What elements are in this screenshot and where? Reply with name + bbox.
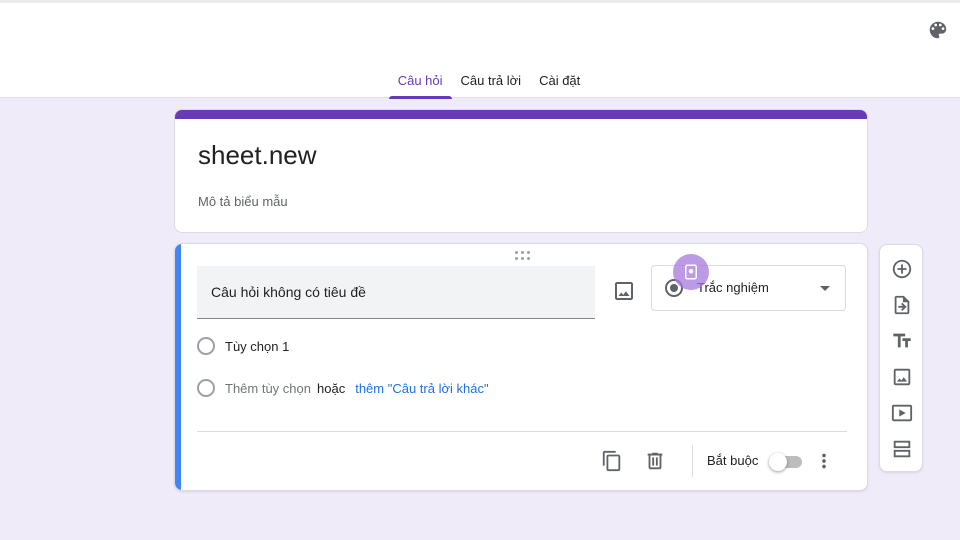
option-label[interactable]: Tùy chọn 1 [225, 339, 289, 354]
drag-handle-icon[interactable] [514, 251, 530, 261]
question-title-placeholder: Câu hỏi không có tiêu đề [211, 284, 366, 300]
option-radio-icon [197, 337, 215, 355]
header-top-line [0, 0, 960, 3]
required-toggle[interactable] [769, 453, 803, 471]
add-title-icon[interactable] [890, 329, 914, 353]
tab-bar: Câu hỏi Câu trả lời Cài đặt [0, 62, 960, 99]
floating-toolbar [879, 244, 923, 472]
question-card[interactable]: Câu hỏi không có tiêu đề Trắc nghiệm Tùy… [174, 243, 868, 491]
option-row: Tùy chọn 1 [197, 336, 289, 356]
active-card-indicator [175, 244, 181, 490]
tab-responses[interactable]: Câu trả lời [452, 62, 531, 98]
app-header: Câu hỏi Câu trả lời Cài đặt [0, 0, 960, 99]
copy-icon[interactable] [600, 449, 624, 473]
question-title-input[interactable]: Câu hỏi không có tiêu đề [197, 266, 595, 319]
option-radio-icon [197, 379, 215, 397]
add-image-icon[interactable] [890, 365, 914, 389]
tab-settings[interactable]: Cài đặt [530, 62, 589, 98]
add-video-icon[interactable] [890, 401, 914, 425]
title-card-accent [175, 110, 867, 119]
import-questions-icon[interactable] [890, 293, 914, 317]
tab-questions[interactable]: Câu hỏi [388, 62, 452, 99]
form-description-field[interactable]: Mô tả biểu mẫu [198, 194, 288, 209]
footer-vertical-divider [692, 445, 693, 477]
form-title[interactable]: sheet.new [198, 140, 317, 171]
footer-divider [197, 431, 847, 432]
add-option-row: Thêm tùy chọn hoặc thêm "Câu trả lời khá… [197, 378, 489, 398]
required-label: Bắt buộc [707, 453, 759, 468]
trash-icon[interactable] [643, 449, 667, 473]
cursor-indicator-icon [673, 254, 709, 290]
question-type-label: Trắc nghiệm [697, 280, 769, 295]
or-text: hoặc [317, 380, 346, 396]
add-option-input[interactable]: Thêm tùy chọn [225, 381, 311, 396]
palette-icon[interactable] [924, 16, 952, 44]
add-question-icon[interactable] [890, 257, 914, 281]
add-image-icon[interactable] [609, 276, 639, 306]
add-section-icon[interactable] [890, 437, 914, 461]
form-title-card: sheet.new Mô tả biểu mẫu [174, 109, 868, 233]
add-other-link[interactable]: thêm "Câu trả lời khác" [355, 381, 488, 396]
chevron-down-icon [820, 286, 830, 291]
more-vert-icon[interactable] [812, 449, 836, 473]
toggle-thumb [769, 453, 787, 471]
